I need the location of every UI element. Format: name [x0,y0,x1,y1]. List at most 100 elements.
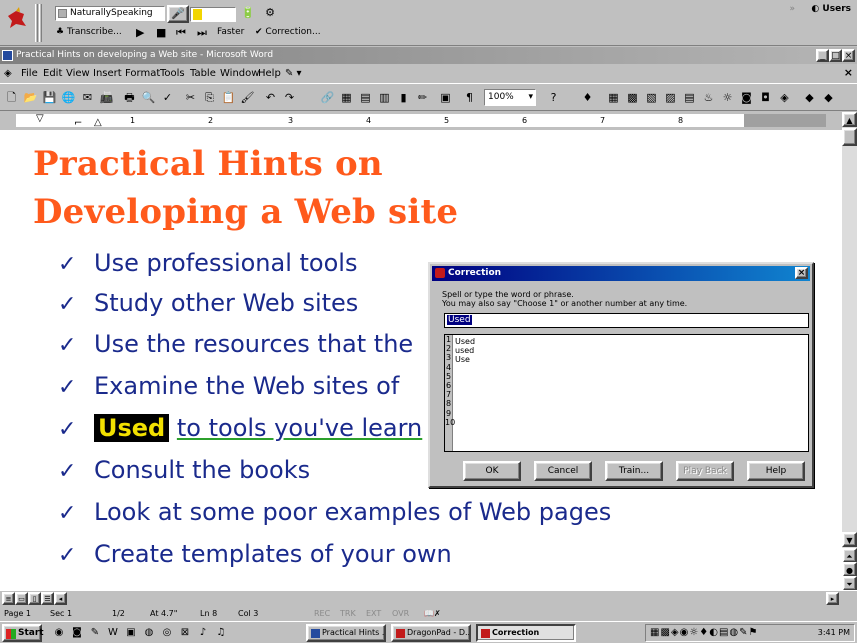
status-ovr[interactable]: OVR [392,607,409,620]
train-button[interactable]: Train... [605,461,663,481]
tool-icon[interactable]: ◙ [737,88,756,107]
normal-view-icon[interactable]: ≡ [2,592,15,605]
quicklaunch-icon[interactable]: ♫ [214,626,228,640]
scroll-right-icon[interactable]: ▸ [826,592,839,605]
quicklaunch-icon[interactable]: ♪ [196,626,210,640]
list-item[interactable]: used [455,346,475,355]
quicklaunch-icon[interactable]: ✎ [88,626,102,640]
first-line-indent-icon[interactable]: ▽ [36,114,44,124]
print-preview-icon[interactable]: 🔍 [139,88,158,107]
outline-view-icon[interactable]: ☰ [41,592,54,605]
paste-icon[interactable]: 📋 [219,88,238,107]
scroll-up-icon[interactable]: ▲ [842,112,857,127]
undo-icon[interactable]: ↶ [261,88,280,107]
open-icon[interactable]: 📂 [21,88,40,107]
web-layout-view-icon[interactable]: ▭ [15,592,28,605]
save-icon[interactable]: 💾 [40,88,59,107]
menu-format[interactable]: Format [125,67,160,81]
rewind-icon[interactable]: ⏮ [176,25,186,40]
quicklaunch-icon[interactable]: W [106,626,120,640]
users-button[interactable]: ◐ Users [811,4,851,14]
task-dragonpad[interactable]: DragonPad - D... [391,624,471,642]
horizontal-scrollbar[interactable]: ≡ ▭ ▯ ☰ ◂ ▸ [0,590,857,606]
user-name-field[interactable]: NaturallySpeaking [55,6,165,21]
document-menu-icon[interactable]: ◈ [4,67,12,81]
collapse-icon[interactable]: » [789,4,795,14]
choice-list[interactable]: 1 2 3 4 5 6 7 8 9 10 Used used Use [444,334,809,452]
menu-insert[interactable]: Insert [93,67,122,81]
play-icon[interactable]: ▶ [136,25,144,40]
format-painter-icon[interactable]: 🖌 [238,88,257,107]
status-ext[interactable]: EXT [366,607,381,620]
tool-icon[interactable]: ▦ [604,88,623,107]
cancel-button[interactable]: Cancel [534,461,592,481]
list-item[interactable]: Use [455,355,475,364]
options-icon[interactable]: ⚙ [262,5,278,21]
quicklaunch-icon[interactable]: ◍ [142,626,156,640]
minimize-button[interactable]: _ [816,49,829,62]
play-back-button[interactable]: Play Back [676,461,734,481]
print-layout-view-icon[interactable]: ▯ [28,592,41,605]
maximize-button[interactable]: □ [829,49,842,62]
selected-word[interactable]: Used [94,414,170,442]
menu-view[interactable]: View [66,67,90,81]
faster-button[interactable]: Faster [217,25,244,40]
insert-excel-icon[interactable]: ▥ [375,88,394,107]
copy-icon[interactable]: ⎘ [200,88,219,107]
tool-icon[interactable]: ◘ [756,88,775,107]
start-button[interactable]: Start [2,624,44,642]
task-word[interactable]: Practical Hints ... [306,624,386,642]
tray-icons[interactable]: ▦▩◈◉☼♦◐▤◍✎⚑ [650,626,759,640]
tool-icon[interactable]: ♨ [699,88,718,107]
menu-window[interactable]: Window [220,67,259,81]
pen-icon[interactable]: ✎ ▾ [285,67,302,81]
quicklaunch-icon[interactable]: ◎ [160,626,174,640]
columns-icon[interactable]: ▮ [394,88,413,107]
next-page-icon[interactable]: ⏷ [842,576,857,591]
quicklaunch-icon[interactable]: ◉ [52,626,66,640]
stop-icon[interactable]: ■ [156,25,166,40]
mail-icon[interactable]: ✉ [78,88,97,107]
insert-table-icon[interactable]: ▤ [356,88,375,107]
zoom-select[interactable]: 100% ▾ [484,89,536,106]
tables-borders-icon[interactable]: ▦ [337,88,356,107]
scroll-thumb[interactable] [842,128,857,146]
tool-icon[interactable]: ▨ [661,88,680,107]
status-rec[interactable]: REC [314,607,330,620]
document-map-icon[interactable]: ▣ [436,88,455,107]
vertical-scrollbar[interactable]: ▲ ▼ ⏶ ● ⏷ [842,112,857,591]
close-document-icon[interactable]: × [844,66,853,79]
toolbar-grip[interactable] [39,4,42,42]
ok-button[interactable]: OK [463,461,521,481]
quicklaunch-icon[interactable]: ⊠ [178,626,192,640]
list-item[interactable]: Used [455,337,475,346]
scroll-left-icon[interactable]: ◂ [54,592,67,605]
quicklaunch-icon[interactable]: ◙ [70,626,84,640]
correction-button[interactable]: ✔ Correction... [255,25,321,40]
microphone-button[interactable]: 🎤 [167,5,189,23]
help-button[interactable]: Help [747,461,805,481]
quicklaunch-icon[interactable]: ▣ [124,626,138,640]
tool-icon[interactable]: ▧ [642,88,661,107]
ruler-track[interactable]: 1 2 3 4 5 6 7 8 ▽ ⌐ △ [16,114,826,129]
toolbar-grip[interactable] [35,4,38,42]
spelling-icon[interactable]: ✓ [158,88,177,107]
select-browse-object-icon[interactable]: ● [842,562,857,577]
menu-table[interactable]: Table [190,67,216,81]
dialog-close-button[interactable]: × [795,267,808,279]
forward-icon[interactable]: ⏭ [197,25,207,40]
redo-icon[interactable]: ↷ [280,88,299,107]
clock[interactable]: 3:41 PM [818,626,850,640]
dragon-toolbar-icon[interactable]: ♦ [578,88,597,107]
status-trk[interactable]: TRK [340,607,356,620]
menu-help[interactable]: Help [258,67,281,81]
tool-icon[interactable]: ☼ [718,88,737,107]
correction-input[interactable]: Used [444,313,809,328]
menu-edit[interactable]: Edit [43,67,62,81]
tool-icon[interactable]: ◈ [775,88,794,107]
show-hide-icon[interactable]: ¶ [460,88,479,107]
transcribe-button[interactable]: ♣ Transcribe... [56,25,122,40]
drawing-icon[interactable]: ✏ [413,88,432,107]
tool-icon[interactable]: ▤ [680,88,699,107]
results-box-icon[interactable]: 🔋 [240,5,256,21]
